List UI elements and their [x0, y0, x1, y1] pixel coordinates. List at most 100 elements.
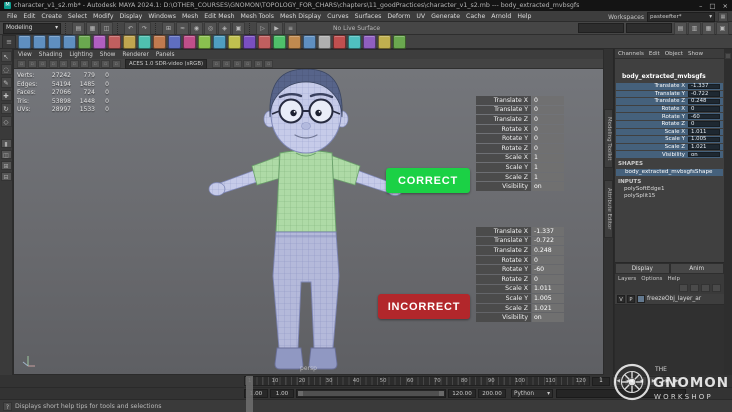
- input-node-item[interactable]: polySoftEdge1: [615, 186, 724, 193]
- select-tool-icon[interactable]: ↖: [0, 51, 12, 62]
- menu-item[interactable]: File: [4, 13, 20, 20]
- menu-item[interactable]: Edit Mesh: [201, 13, 237, 20]
- channel-row[interactable]: Rotate Z 0: [616, 120, 723, 128]
- vp-safe-title-icon[interactable]: ▫: [80, 59, 89, 68]
- layout-single-pane-icon[interactable]: ▮: [0, 139, 12, 148]
- layer-color-swatch[interactable]: [637, 295, 645, 303]
- shelf-tool-icon[interactable]: [273, 34, 286, 49]
- shelf-tool-icon[interactable]: [303, 34, 316, 49]
- vp-film-gate-icon[interactable]: ▫: [27, 59, 37, 68]
- channel-box-menu-item[interactable]: Channels: [618, 51, 644, 57]
- shelf-poly-sphere-icon[interactable]: [18, 34, 31, 49]
- panel-handle-icon[interactable]: [725, 53, 731, 59]
- shelf-tool-icon[interactable]: [168, 34, 181, 49]
- move-tool-icon[interactable]: ✚: [0, 90, 12, 101]
- snap-grid-icon[interactable]: ⊞: [162, 21, 175, 35]
- selection-mask-field[interactable]: [578, 23, 624, 33]
- shelf-tool-icon[interactable]: [363, 34, 376, 49]
- shelf-poly-cylinder-icon[interactable]: [48, 34, 61, 49]
- viewport-menu-item[interactable]: Show: [100, 52, 116, 58]
- menu-item[interactable]: Modify: [90, 13, 117, 20]
- menu-item[interactable]: Surfaces: [352, 13, 385, 20]
- shelf-tool-icon[interactable]: [138, 34, 151, 49]
- undo-icon[interactable]: ↶: [124, 21, 137, 35]
- layer-visibility-toggle[interactable]: V: [617, 295, 625, 303]
- shelf-tool-icon[interactable]: [123, 34, 136, 49]
- snap-point-icon[interactable]: ◉: [190, 21, 203, 35]
- channel-row[interactable]: Scale Z 1.021: [616, 143, 723, 151]
- viewport-menu-item[interactable]: View: [18, 52, 32, 58]
- menu-item[interactable]: Arnold: [488, 13, 514, 20]
- range-end-handle[interactable]: [439, 391, 444, 396]
- shelf-tool-icon[interactable]: [228, 34, 241, 49]
- new-scene-icon[interactable]: ▤: [72, 21, 85, 35]
- viewport-menu-item[interactable]: Panels: [156, 52, 175, 58]
- vp-ao-icon[interactable]: ▫: [232, 59, 242, 68]
- menu-item[interactable]: Generate: [428, 13, 463, 20]
- animation-end-field[interactable]: 200.00: [478, 389, 506, 398]
- channel-row[interactable]: Translate Y -0.722: [616, 90, 723, 98]
- playback-start-field[interactable]: 1.00: [270, 389, 294, 398]
- snap-projected-center-icon[interactable]: ◎: [204, 21, 217, 35]
- new-layer-selected-icon[interactable]: [690, 284, 699, 292]
- make-live-icon[interactable]: ◈: [218, 21, 231, 35]
- shelf-poly-plane-icon[interactable]: [78, 34, 91, 49]
- channel-row[interactable]: Translate Z 0.248: [616, 98, 723, 105]
- layout-two-pane-icon[interactable]: ◫: [0, 150, 12, 159]
- lasso-tool-icon[interactable]: ◌: [0, 64, 12, 75]
- minimize-button[interactable]: –: [699, 2, 702, 10]
- snap-view-plane-icon[interactable]: ▣: [232, 21, 245, 35]
- vp-wireframe-on-shaded-icon[interactable]: ▫: [253, 59, 263, 68]
- menu-item[interactable]: Windows: [145, 13, 179, 20]
- channel-box-menu-item[interactable]: Object: [665, 51, 683, 57]
- channel-box-toggle-icon[interactable]: ▦: [702, 21, 715, 35]
- shelf-tool-icon[interactable]: [348, 34, 361, 49]
- vp-grid-icon[interactable]: ▫: [90, 59, 100, 68]
- workspace-dropdown[interactable]: pasteefter* ▾: [647, 12, 715, 22]
- redo-icon[interactable]: ↷: [138, 21, 151, 35]
- save-scene-icon[interactable]: ◫: [100, 21, 113, 35]
- render-current-frame-icon[interactable]: ▷: [256, 21, 269, 35]
- new-layer-icon[interactable]: [679, 284, 688, 292]
- scale-tool-icon[interactable]: ◇: [0, 116, 12, 127]
- vp-shadows-icon[interactable]: ▫: [222, 59, 232, 68]
- shelf-tool-icon[interactable]: [198, 34, 211, 49]
- shelf-tool-icon[interactable]: [108, 34, 121, 49]
- menu-item[interactable]: Display: [117, 13, 146, 20]
- modeling-toolkit-toggle-icon[interactable]: ▣: [716, 21, 729, 35]
- range-slider-bar[interactable]: [298, 391, 444, 396]
- viewport-menu-item[interactable]: Shading: [39, 52, 63, 58]
- layer-playback-toggle[interactable]: P: [627, 295, 635, 303]
- layer-row[interactable]: V P freezeObj_layer_ar: [615, 294, 724, 305]
- menu-item[interactable]: Cache: [463, 13, 488, 20]
- vp-xray-icon[interactable]: ▫: [111, 59, 121, 68]
- menu-item[interactable]: UV: [413, 13, 428, 20]
- shelf-tool-icon[interactable]: [153, 34, 166, 49]
- shelf-poly-cube-icon[interactable]: [33, 34, 46, 49]
- collapsed-panel-tab[interactable]: Attribute Editor: [604, 180, 613, 238]
- channel-row[interactable]: Rotate Y -60: [616, 113, 723, 120]
- menu-item[interactable]: Mesh Display: [277, 13, 324, 20]
- tool-settings-toggle-icon[interactable]: ▥: [688, 21, 701, 35]
- attribute-editor-toggle-icon[interactable]: ▤: [674, 21, 687, 35]
- playback-end-field[interactable]: 120.00: [448, 389, 476, 398]
- paint-select-tool-icon[interactable]: ✎: [0, 77, 12, 88]
- rotate-tool-icon[interactable]: ↻: [0, 103, 12, 114]
- vp-textured-icon[interactable]: ▫: [264, 59, 274, 68]
- menu-item[interactable]: Select: [65, 13, 90, 20]
- shelf-tool-icon[interactable]: [288, 34, 301, 49]
- channel-row[interactable]: Translate X -1.337: [616, 83, 723, 90]
- channel-row[interactable]: Scale X 1.011: [616, 128, 723, 136]
- shelf-poly-torus-icon[interactable]: [93, 34, 106, 49]
- input-node-item[interactable]: polySplit15: [615, 193, 724, 200]
- vp-resolution-gate-icon[interactable]: ▫: [38, 59, 47, 68]
- layer-editor-menu-item[interactable]: Layers: [618, 276, 636, 282]
- viewport-panel[interactable]: View Shading Lighting Show Renderer Panels ▫ ▫…: [13, 49, 604, 375]
- channel-box-menu-item[interactable]: Show: [688, 51, 703, 57]
- layout-outliner-pane-icon[interactable]: ⊟: [0, 172, 12, 181]
- move-layer-down-icon[interactable]: [712, 284, 721, 292]
- vp-safe-action-icon[interactable]: ▫: [69, 59, 79, 68]
- shelf-tool-icon[interactable]: [183, 34, 196, 49]
- channel-box-menu-item[interactable]: Edit: [649, 51, 660, 57]
- vp-hud-icon[interactable]: ▫: [101, 59, 110, 68]
